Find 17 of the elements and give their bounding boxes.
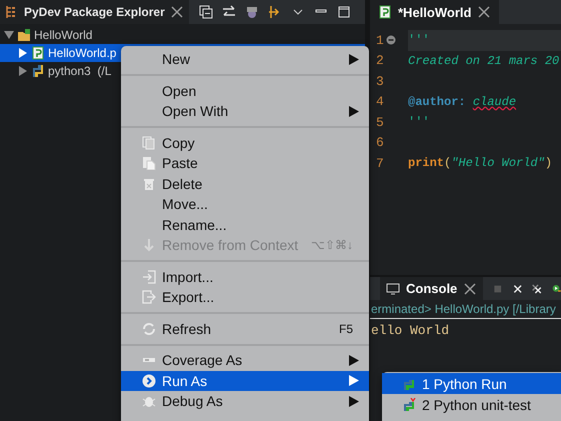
line-number: 2 — [376, 53, 384, 68]
console-status: erminated> HelloWorld.py [/Library — [370, 300, 561, 319]
line-number: 7 — [376, 156, 384, 171]
console-output: ello World — [370, 322, 450, 338]
line-number: 4 — [376, 94, 384, 110]
tree-label: HelloWorld — [34, 28, 92, 42]
code-line: ''' — [408, 33, 430, 48]
line-number: 5 — [376, 114, 384, 130]
code-line: @author: claude — [408, 94, 516, 109]
tree-label: python3 (/L — [48, 64, 112, 78]
tree-label: HelloWorld.p — [48, 46, 116, 60]
code-line: ''' — [408, 115, 430, 130]
code-line: Created on 21 mars 20 — [408, 54, 560, 68]
code-line: print("Hello World") — [408, 156, 552, 170]
line-number: 6 — [376, 135, 384, 150]
line-number: 1 — [376, 32, 384, 48]
line-number: 3 — [376, 74, 384, 89]
